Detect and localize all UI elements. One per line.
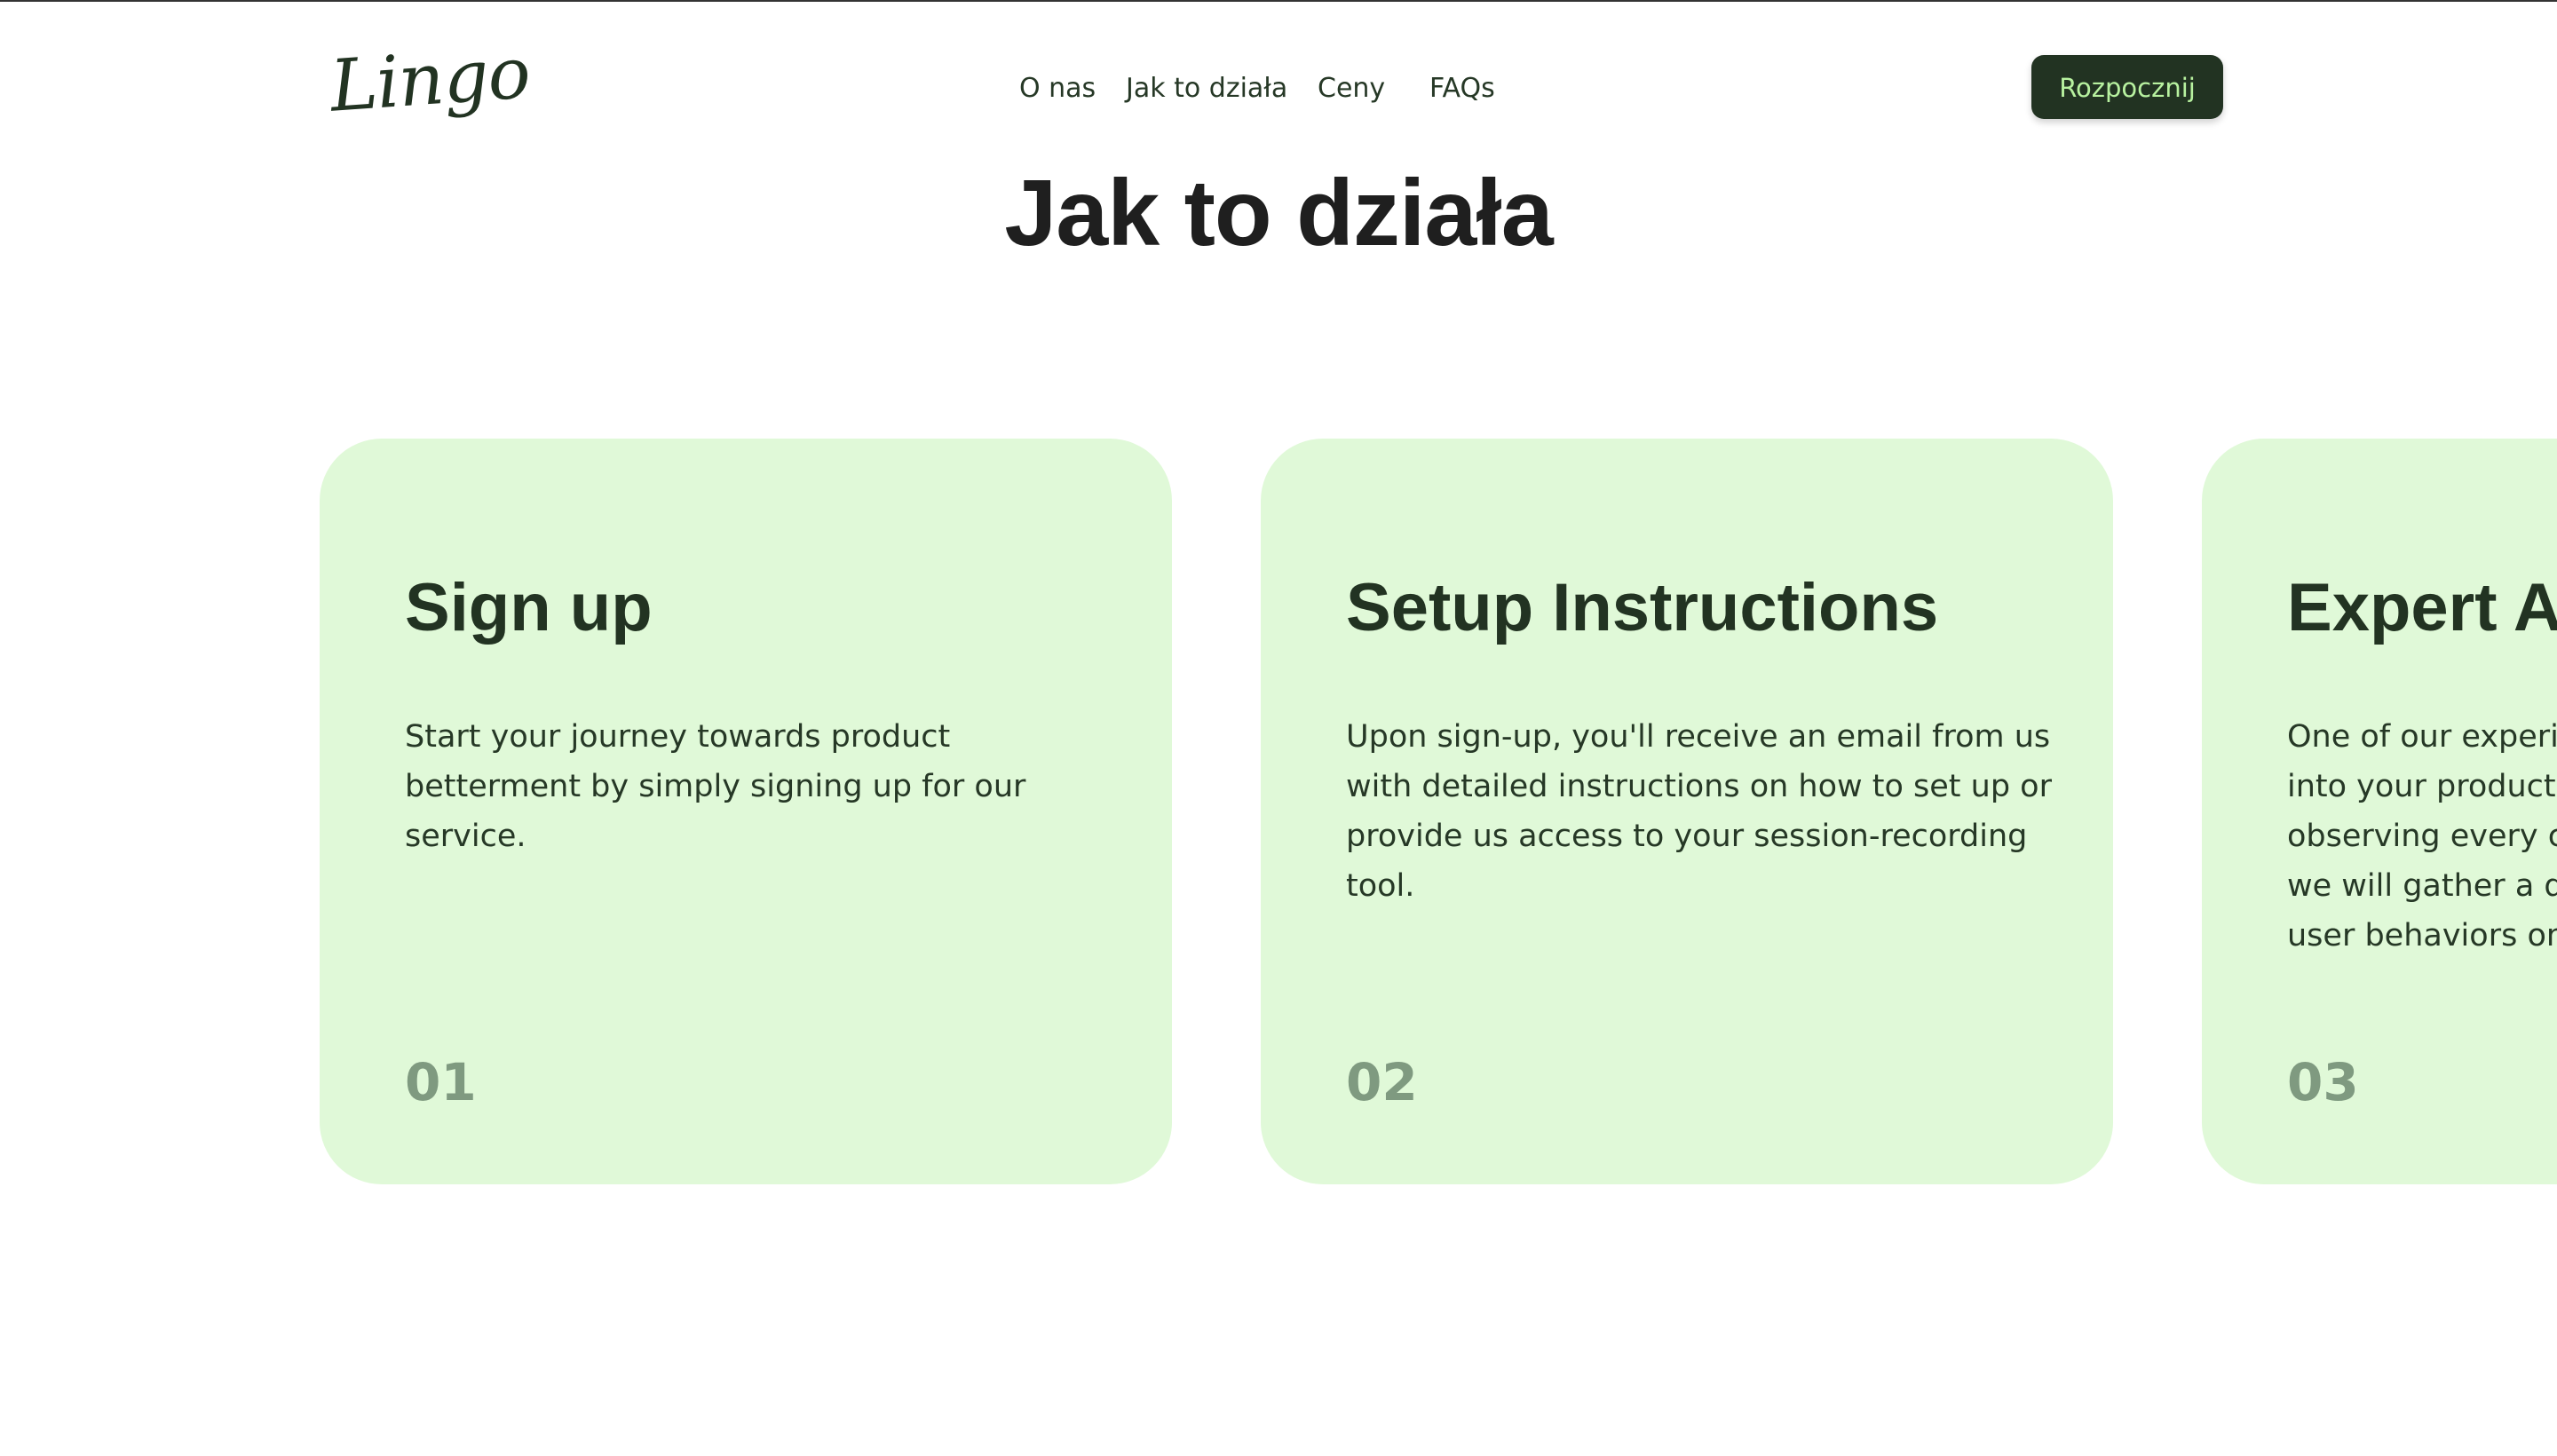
card-description-line: service. [405, 819, 526, 854]
card-description-line: tool. [1346, 868, 1415, 904]
card-description-line: we will gather a de [2287, 868, 2557, 904]
card-step-number: 02 [1346, 1052, 1418, 1112]
card-title: Sign up [405, 570, 653, 645]
step-card-2: Setup Instructions Upon sign-up, you'll … [1261, 439, 2113, 1184]
card-title: Expert Ar [2287, 570, 2557, 645]
card-description: Upon sign-up, you'll receive an email fr… [1346, 712, 2052, 911]
nav-link-jak-to-dziala[interactable]: Jak to działa [1126, 64, 1287, 114]
card-description-line: provide us access to your session-record… [1346, 819, 2028, 854]
card-description-line: user behaviors on [2287, 918, 2557, 954]
nav-link-o-nas[interactable]: O nas [1019, 64, 1096, 114]
card-description-line: Start your journey towards product [405, 719, 951, 755]
nav-link-ceny[interactable]: Ceny [1318, 64, 1385, 114]
landing-page: Lingo O nas Jak to działa Ceny FAQs Rozp… [0, 0, 2557, 1456]
card-title: Setup Instructions [1346, 570, 1939, 645]
card-description-line: observing every c [2287, 819, 2557, 854]
step-card-3: Expert Ar One of our experie into your p… [2202, 439, 2557, 1184]
card-step-number: 03 [2287, 1052, 2359, 1112]
card-description-line: into your product [2287, 769, 2556, 804]
card-description-line: Upon sign-up, you'll receive an email fr… [1346, 719, 2051, 755]
card-description: One of our experie into your product obs… [2287, 712, 2557, 961]
card-description-line: with detailed instructions on how to set… [1346, 769, 2052, 804]
card-step-number: 01 [405, 1052, 477, 1112]
start-button[interactable]: Rozpocznij [2031, 55, 2223, 119]
lingo-logo[interactable]: Lingo [328, 28, 533, 131]
step-card-1: Sign up Start your journey towards produ… [320, 439, 1172, 1184]
card-description: Start your journey towards product bette… [405, 712, 1097, 861]
card-description-line: betterment by simply signing up for our [405, 769, 1026, 804]
nav-link-faqs[interactable]: FAQs [1429, 64, 1495, 114]
section-title: Jak to działa [1004, 161, 1553, 265]
card-description-line: One of our experie [2287, 719, 2557, 755]
